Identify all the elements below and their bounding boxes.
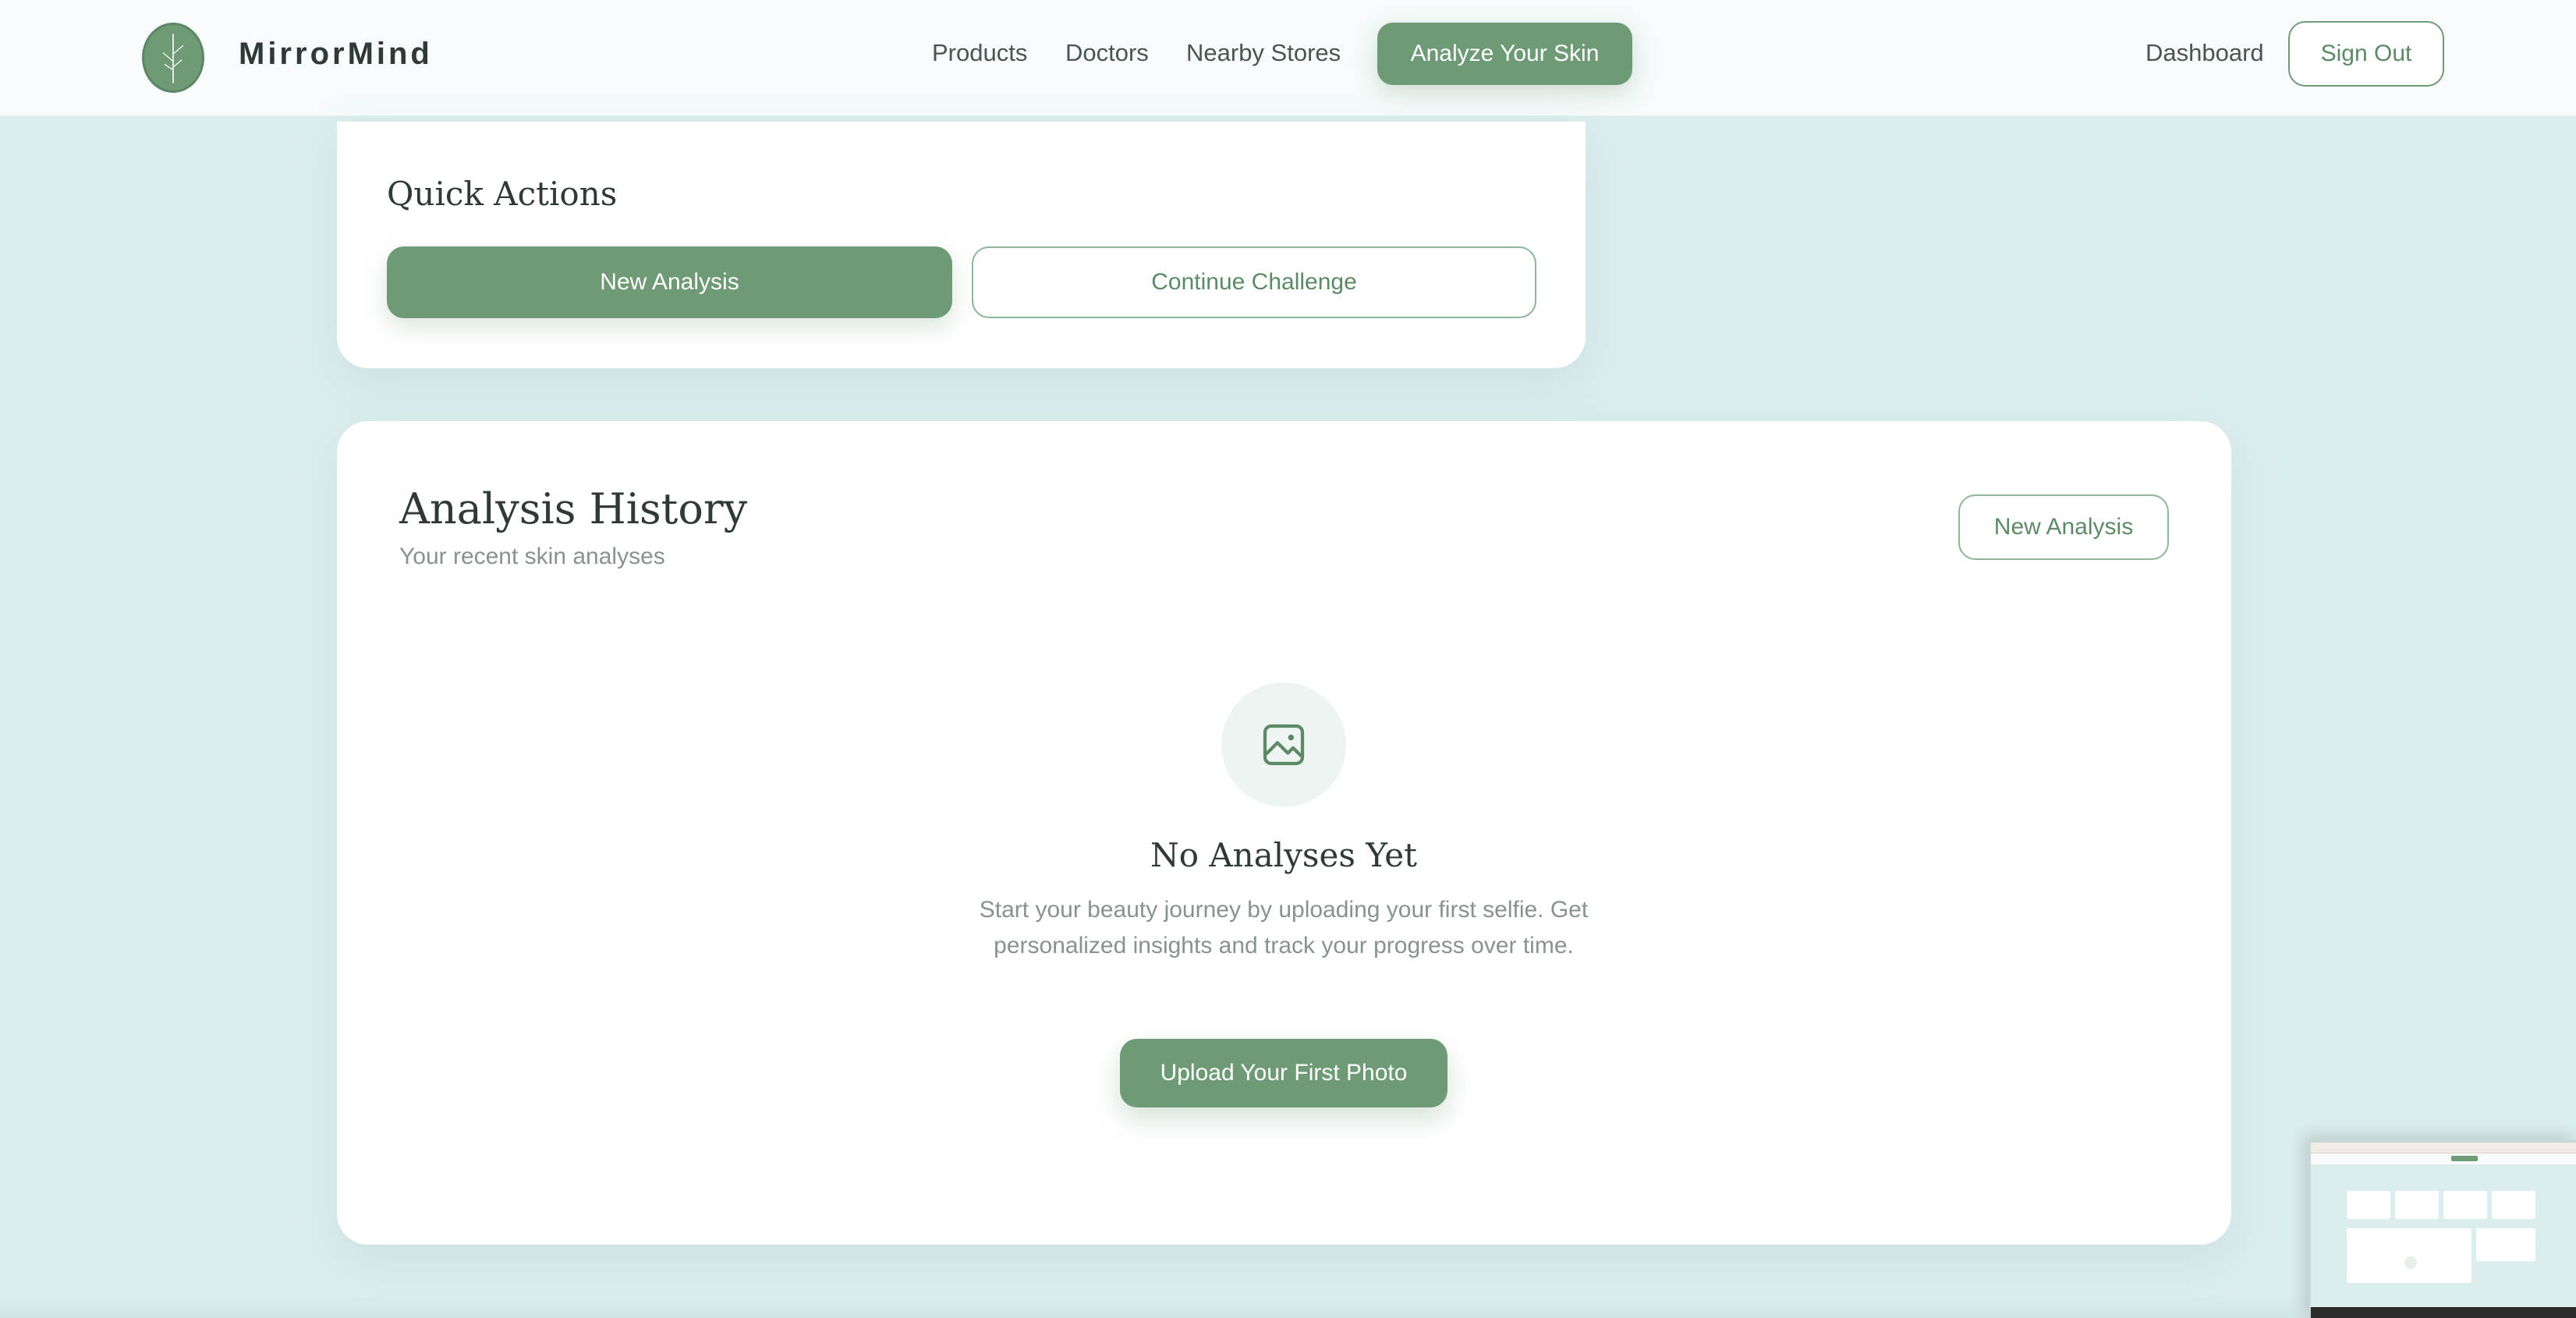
screenshot-thumbnail-preview[interactable]: [2308, 1140, 2576, 1318]
sign-out-button[interactable]: Sign Out: [2288, 21, 2444, 87]
quick-actions-card: Quick Actions New Analysis Continue Chal…: [337, 122, 1586, 368]
thumbnail-header: [2311, 1153, 2576, 1164]
thumbnail-stat-box: [2395, 1191, 2439, 1219]
thumbnail-browser-bar: [2311, 1143, 2576, 1153]
analyze-skin-button[interactable]: Analyze Your Skin: [1377, 23, 1632, 85]
dashboard-page: MirrorMind Products Doctors Nearby Store…: [0, 0, 2576, 1318]
nav-doctors[interactable]: Doctors: [1065, 37, 1149, 69]
thumbnail-dock: [2311, 1307, 2576, 1318]
empty-state-description: Start your beauty journey by uploading y…: [979, 897, 1589, 958]
analysis-history-card: Analysis History Your recent skin analys…: [337, 421, 2231, 1245]
analysis-history-subtitle: Your recent skin analyses: [399, 544, 665, 569]
image-icon: [1263, 724, 1305, 766]
bottom-shade: [0, 1295, 2576, 1318]
upload-first-photo-button[interactable]: Upload Your First Photo: [1120, 1039, 1447, 1107]
history-new-analysis-button[interactable]: New Analysis: [1958, 494, 2169, 560]
continue-challenge-button[interactable]: Continue Challenge: [972, 246, 1536, 318]
thumbnail-stat-box: [2492, 1191, 2535, 1219]
nav-nearby-stores[interactable]: Nearby Stores: [1186, 37, 1341, 69]
thumbnail-main-box: [2347, 1228, 2471, 1283]
thumbnail-dot: [2404, 1256, 2417, 1269]
empty-state-icon-circle: [1221, 682, 1346, 807]
nav-dashboard[interactable]: Dashboard: [2145, 37, 2264, 69]
thumbnail-accent: [2451, 1156, 2478, 1161]
brand-name[interactable]: MirrorMind: [239, 34, 433, 73]
leaf-logo-icon[interactable]: [142, 23, 204, 93]
quick-actions-title: Quick Actions: [387, 175, 618, 213]
new-analysis-button[interactable]: New Analysis: [387, 246, 952, 318]
thumbnail-stat-box: [2347, 1191, 2390, 1219]
nav-products[interactable]: Products: [932, 37, 1027, 69]
analysis-history-title: Analysis History: [399, 484, 748, 533]
empty-state-title: No Analyses Yet: [1150, 836, 1418, 874]
thumbnail-stat-box: [2443, 1191, 2487, 1219]
thumbnail-side-box: [2476, 1228, 2535, 1261]
top-nav-bar: MirrorMind Products Doctors Nearby Store…: [0, 0, 2576, 117]
